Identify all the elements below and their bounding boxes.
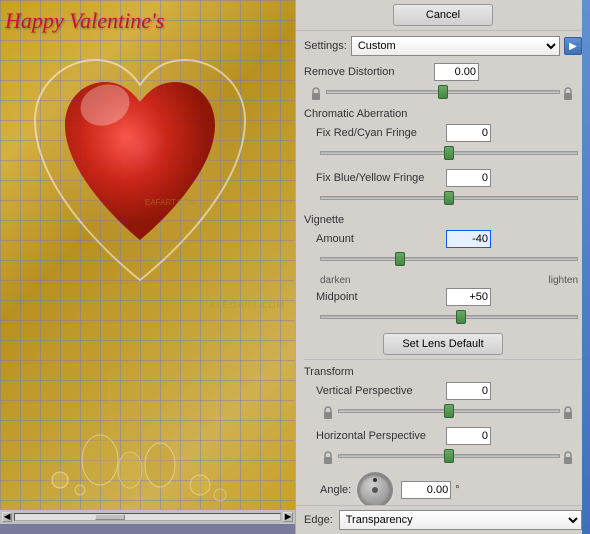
vignette-title: Vignette [304,214,582,226]
lock-icon-2b [560,405,576,421]
chromatic-aberration-section: Fix Red/Cyan Fringe Fix Blue/Yellow Frin… [304,124,582,208]
lock-icon-1 [308,86,324,102]
transform-title: Transform [304,366,582,378]
midpoint-row: Midpoint [316,288,582,306]
angle-label: Angle: [320,484,351,496]
fix-blue-yellow-slider[interactable] [320,191,578,205]
edge-row: Edge: Transparency Edge Extension Mirror [296,505,590,534]
remove-distortion-row: Remove Distortion [304,63,582,81]
horizontal-perspective-input[interactable] [446,427,491,445]
angle-row: Angle: ° [316,472,582,505]
midpoint-label: Midpoint [316,291,446,303]
fix-red-cyan-slider[interactable] [320,146,578,160]
set-lens-default-button[interactable]: Set Lens Default [383,333,503,355]
vignette-section: Amount darken lighten Midpoint [304,230,582,327]
vertical-perspective-label: Vertical Perspective [316,385,446,397]
settings-row: Settings: Custom Default ▶ [296,31,590,59]
lighten-label: lighten [549,275,578,286]
lock-icon-1b [560,86,576,102]
separator-1 [304,359,582,360]
controls-area: Remove Distortion Chromatic Aberration F… [296,59,590,505]
heart-svg: EAFART.COM [15,30,265,310]
vertical-perspective-slider[interactable] [338,404,560,418]
fix-blue-yellow-slider-row [316,191,582,208]
fix-red-cyan-label: Fix Red/Cyan Fringe [316,127,446,139]
darken-lighten-row: darken lighten [316,275,582,286]
cancel-button[interactable]: Cancel [393,4,493,26]
darken-label: darken [320,275,351,286]
angle-input[interactable] [401,481,451,499]
vignette-amount-input[interactable] [446,230,491,248]
blue-edge [582,0,590,534]
fix-blue-yellow-label: Fix Blue/Yellow Fringe [316,172,446,184]
horizontal-perspective-slider[interactable] [338,449,560,463]
svg-text:EAFART.COM: EAFART.COM [145,198,196,207]
horizontal-perspective-label: Horizontal Perspective [316,430,446,442]
settings-arrow-btn[interactable]: ▶ [564,37,582,55]
vignette-amount-slider-row [316,252,582,269]
chromatic-aberration-title: Chromatic Aberration [304,108,582,120]
horizontal-perspective-slider-row [316,449,582,466]
scroll-thumb[interactable] [95,514,125,520]
fix-red-cyan-input[interactable] [446,124,491,142]
remove-distortion-slider[interactable] [326,85,560,99]
midpoint-input[interactable] [446,288,491,306]
edge-label: Edge: [304,514,333,526]
vignette-amount-row: Amount [316,230,582,248]
settings-select[interactable]: Custom Default [351,36,560,56]
image-scrollbar[interactable]: ◄ ► [0,510,295,524]
right-panel: Cancel Settings: Custom Default ▶ Remove… [295,0,590,534]
vertical-perspective-slider-row [316,404,582,421]
midpoint-slider[interactable] [320,310,578,324]
lock-icon-3b [560,450,576,466]
lock-icon-3 [320,450,336,466]
fix-blue-yellow-row: Fix Blue/Yellow Fringe [316,169,582,187]
scroll-track[interactable] [14,513,281,521]
vignette-amount-label: Amount [316,233,446,245]
midpoint-slider-row [316,310,582,327]
vertical-perspective-row: Vertical Perspective [316,382,582,400]
fix-blue-yellow-input[interactable] [446,169,491,187]
remove-distortion-input[interactable] [434,63,479,81]
remove-distortion-slider-row [304,85,582,102]
fix-red-cyan-row: Fix Red/Cyan Fringe [316,124,582,142]
dial-indicator [373,478,377,482]
image-content: Happy Valentine's [0,0,295,510]
scroll-right-btn[interactable]: ► [283,512,293,522]
scroll-left-btn[interactable]: ◄ [2,512,12,522]
image-panel: Happy Valentine's [0,0,295,534]
settings-label: Settings: [304,40,347,52]
vertical-perspective-input[interactable] [446,382,491,400]
angle-value-row: ° [401,481,459,499]
lock-icon-2 [320,405,336,421]
degree-symbol: ° [455,484,459,496]
horizontal-perspective-row: Horizontal Perspective [316,427,582,445]
transform-section: Vertical Perspective Horizontal Perspect… [304,382,582,505]
edge-select[interactable]: Transparency Edge Extension Mirror [339,510,582,530]
dial-center [372,487,378,493]
remove-distortion-label: Remove Distortion [304,66,434,78]
drip-svg [0,310,280,510]
fix-red-cyan-slider-row [316,146,582,163]
vignette-amount-slider[interactable] [320,252,578,266]
top-bar: Cancel [296,0,590,31]
angle-dial[interactable] [357,472,393,505]
